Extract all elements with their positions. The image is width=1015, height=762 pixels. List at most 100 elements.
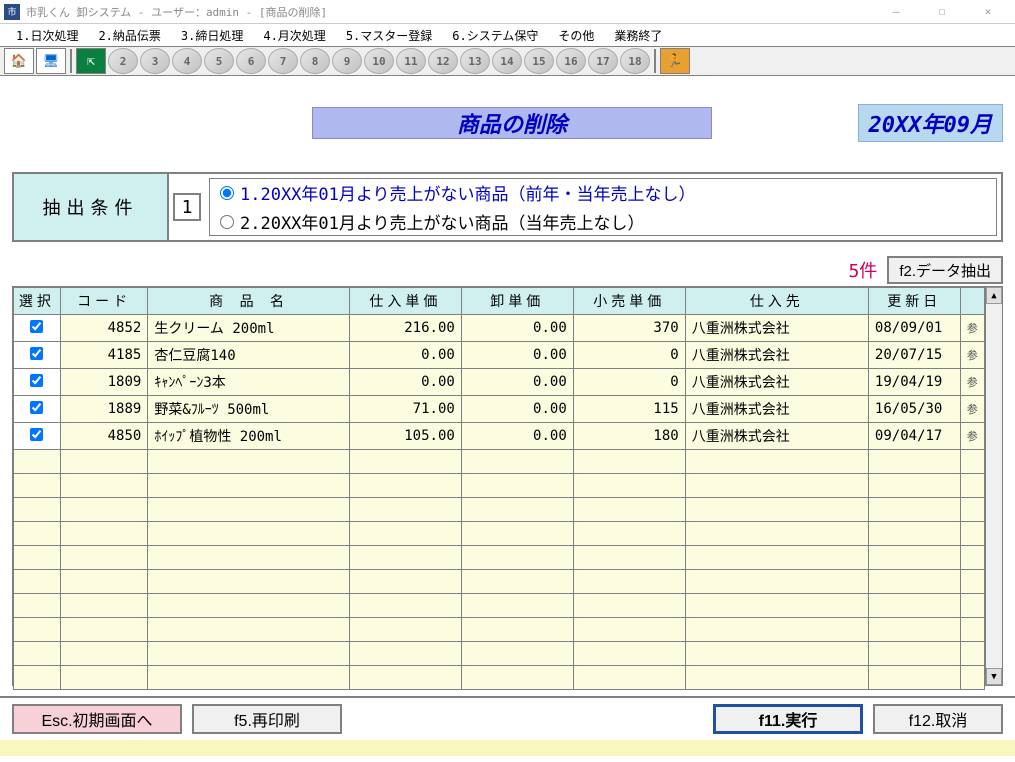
extract-button[interactable]: f2.データ抽出 xyxy=(887,256,1003,284)
cell-cost[interactable]: 105.00 xyxy=(349,423,461,450)
f5-button[interactable]: f5.再印刷 xyxy=(192,704,342,734)
cell-code[interactable]: 4852 xyxy=(60,315,148,342)
table-row[interactable] xyxy=(14,642,985,666)
cell-wholesale[interactable]: 0.00 xyxy=(461,342,573,369)
screen-icon[interactable]: 🖥 xyxy=(36,48,66,74)
table-row[interactable]: 1809ｷｬﾝﾍﾟｰﾝ3本0.000.000八重洲株式会社19/04/19参 xyxy=(14,369,985,396)
esc-button[interactable]: Esc.初期画面へ xyxy=(12,704,182,734)
row-checkbox-cell[interactable] xyxy=(14,369,61,396)
condition-radio-2[interactable] xyxy=(220,215,234,229)
tool-icon[interactable]: ⇱ xyxy=(76,48,106,74)
f12-button[interactable]: f12.取消 xyxy=(873,704,1003,734)
cell-code[interactable]: 1809 xyxy=(60,369,148,396)
cell-retail[interactable]: 370 xyxy=(573,315,685,342)
condition-option-1[interactable]: 1.20XX年01月より売上がない商品（前年・当年売上なし） xyxy=(220,180,986,205)
table-row[interactable] xyxy=(14,498,985,522)
cell-wholesale[interactable]: 0.00 xyxy=(461,396,573,423)
toolbar-num-8[interactable]: 8 xyxy=(300,48,330,74)
table-row[interactable]: 4852生クリーム 200ml216.000.00370八重洲株式会社08/09… xyxy=(14,315,985,342)
toolbar-num-3[interactable]: 3 xyxy=(140,48,170,74)
cell-name[interactable]: 杏仁豆腐140 xyxy=(148,342,350,369)
table-row[interactable]: 4185杏仁豆腐1400.000.000八重洲株式会社20/07/15参 xyxy=(14,342,985,369)
toolbar-num-7[interactable]: 7 xyxy=(268,48,298,74)
toolbar-num-15[interactable]: 15 xyxy=(524,48,554,74)
table-row[interactable] xyxy=(14,522,985,546)
menu-exit[interactable]: 業務終了 xyxy=(604,25,672,46)
menu-daily[interactable]: 1.日次処理 xyxy=(6,25,88,46)
cell-updated[interactable]: 09/04/17 xyxy=(868,423,960,450)
cell-name[interactable]: 野菜&ﾌﾙｰﾂ 500ml xyxy=(148,396,350,423)
toolbar-num-9[interactable]: 9 xyxy=(332,48,362,74)
home-icon[interactable]: 🏠 xyxy=(4,48,34,74)
menu-system[interactable]: 6.システム保守 xyxy=(442,25,548,46)
cell-ref-button[interactable]: 参 xyxy=(960,315,984,342)
scroll-down-icon[interactable]: ▼ xyxy=(986,668,1002,685)
cell-retail[interactable]: 180 xyxy=(573,423,685,450)
cell-cost[interactable]: 0.00 xyxy=(349,369,461,396)
toolbar-num-18[interactable]: 18 xyxy=(620,48,650,74)
table-row[interactable] xyxy=(14,570,985,594)
cell-ref-button[interactable]: 参 xyxy=(960,369,984,396)
cell-retail[interactable]: 115 xyxy=(573,396,685,423)
row-checkbox-cell[interactable] xyxy=(14,315,61,342)
cell-name[interactable]: 生クリーム 200ml xyxy=(148,315,350,342)
cell-updated[interactable]: 20/07/15 xyxy=(868,342,960,369)
col-supplier[interactable]: 仕入先 xyxy=(685,288,868,315)
table-row[interactable] xyxy=(14,450,985,474)
cell-ref-button[interactable]: 参 xyxy=(960,342,984,369)
cell-ref-button[interactable]: 参 xyxy=(960,396,984,423)
close-button[interactable]: ✕ xyxy=(965,0,1011,24)
table-row[interactable]: 1889野菜&ﾌﾙｰﾂ 500ml71.000.00115八重洲株式会社16/0… xyxy=(14,396,985,423)
toolbar-num-11[interactable]: 11 xyxy=(396,48,426,74)
row-checkbox[interactable] xyxy=(30,401,43,414)
row-checkbox-cell[interactable] xyxy=(14,423,61,450)
cell-code[interactable]: 1889 xyxy=(60,396,148,423)
table-row[interactable] xyxy=(14,666,985,690)
cell-name[interactable]: ﾎｲｯﾌﾟ植物性 200ml xyxy=(148,423,350,450)
cell-code[interactable]: 4185 xyxy=(60,342,148,369)
toolbar-num-2[interactable]: 2 xyxy=(108,48,138,74)
minimize-button[interactable]: — xyxy=(873,0,919,24)
cell-cost[interactable]: 71.00 xyxy=(349,396,461,423)
cell-supplier[interactable]: 八重洲株式会社 xyxy=(685,396,868,423)
row-checkbox-cell[interactable] xyxy=(14,342,61,369)
toolbar-num-6[interactable]: 6 xyxy=(236,48,266,74)
col-code[interactable]: コード xyxy=(60,288,148,315)
toolbar-num-5[interactable]: 5 xyxy=(204,48,234,74)
condition-option-2[interactable]: 2.20XX年01月より売上がない商品（当年売上なし） xyxy=(220,209,986,234)
menu-closing[interactable]: 3.締日処理 xyxy=(171,25,253,46)
col-retail[interactable]: 小売単価 xyxy=(573,288,685,315)
cell-updated[interactable]: 08/09/01 xyxy=(868,315,960,342)
cell-supplier[interactable]: 八重洲株式会社 xyxy=(685,369,868,396)
cell-wholesale[interactable]: 0.00 xyxy=(461,315,573,342)
cell-ref-button[interactable]: 参 xyxy=(960,423,984,450)
row-checkbox[interactable] xyxy=(30,374,43,387)
col-cost[interactable]: 仕入単価 xyxy=(349,288,461,315)
table-row[interactable] xyxy=(14,594,985,618)
cell-supplier[interactable]: 八重洲株式会社 xyxy=(685,423,868,450)
row-checkbox-cell[interactable] xyxy=(14,396,61,423)
toolbar-num-10[interactable]: 10 xyxy=(364,48,394,74)
toolbar-num-16[interactable]: 16 xyxy=(556,48,586,74)
toolbar-num-13[interactable]: 13 xyxy=(460,48,490,74)
row-checkbox[interactable] xyxy=(30,347,43,360)
col-name[interactable]: 商 品 名 xyxy=(148,288,350,315)
menu-master[interactable]: 5.マスター登録 xyxy=(336,25,442,46)
condition-radio-1[interactable] xyxy=(220,186,234,200)
cell-supplier[interactable]: 八重洲株式会社 xyxy=(685,315,868,342)
cell-cost[interactable]: 216.00 xyxy=(349,315,461,342)
table-row[interactable] xyxy=(14,618,985,642)
f11-button[interactable]: f11.実行 xyxy=(713,704,863,734)
toolbar-num-14[interactable]: 14 xyxy=(492,48,522,74)
row-checkbox[interactable] xyxy=(30,428,43,441)
menu-other[interactable]: その他 xyxy=(548,25,604,46)
condition-selected-num[interactable]: 1 xyxy=(173,193,201,221)
cell-wholesale[interactable]: 0.00 xyxy=(461,369,573,396)
grid-scrollbar[interactable]: ▲ ▼ xyxy=(985,287,1002,685)
maximize-button[interactable]: ☐ xyxy=(919,0,965,24)
row-checkbox[interactable] xyxy=(30,320,43,333)
table-row[interactable]: 4850ﾎｲｯﾌﾟ植物性 200ml105.000.00180八重洲株式会社09… xyxy=(14,423,985,450)
cell-cost[interactable]: 0.00 xyxy=(349,342,461,369)
scroll-up-icon[interactable]: ▲ xyxy=(986,287,1002,304)
cell-name[interactable]: ｷｬﾝﾍﾟｰﾝ3本 xyxy=(148,369,350,396)
